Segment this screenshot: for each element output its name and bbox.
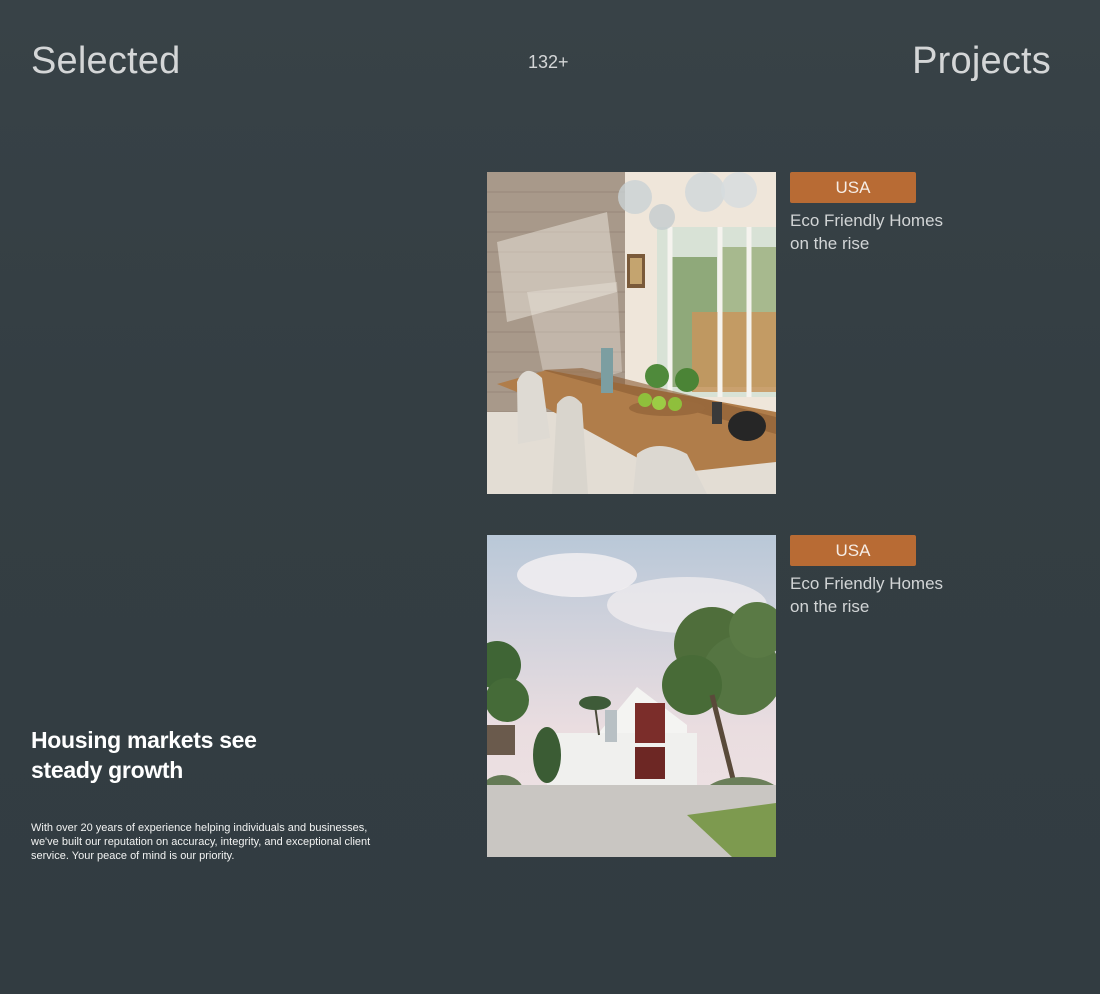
dining-room-photo[interactable]: [487, 172, 776, 494]
feature-description: With over 20 years of experience helping…: [31, 822, 371, 862]
heading-projects: Projects: [912, 40, 1051, 82]
project-title[interactable]: Eco Friendly Homes on the rise: [790, 572, 960, 618]
project-title[interactable]: Eco Friendly Homes on the rise: [790, 209, 960, 255]
project-card[interactable]: USA Eco Friendly Homes on the rise: [487, 535, 947, 857]
country-badge[interactable]: USA: [790, 535, 916, 566]
feature-title: Housing markets see steady growth: [31, 727, 257, 783]
project-card[interactable]: USA Eco Friendly Homes on the rise: [487, 172, 947, 494]
feature-block: Housing markets see steady growth With o…: [31, 725, 376, 863]
page-header: Selected 132+ Projects: [0, 0, 1100, 120]
heading-selected: Selected: [31, 40, 181, 82]
white-house-exterior-photo[interactable]: [487, 535, 776, 857]
project-count: 132+: [528, 52, 569, 72]
country-badge[interactable]: USA: [790, 172, 916, 203]
